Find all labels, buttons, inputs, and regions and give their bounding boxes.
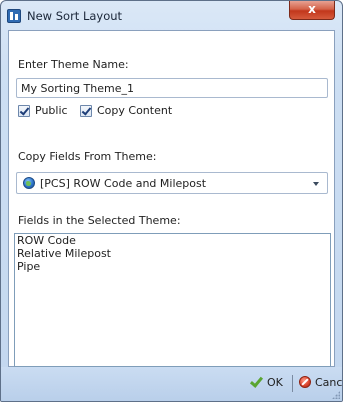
checkmark-icon	[250, 376, 262, 388]
close-button[interactable]: x	[289, 1, 335, 20]
ok-button[interactable]: OK	[250, 376, 286, 390]
cancel-button[interactable]: Cancel	[299, 376, 343, 390]
fields-listbox[interactable]: ROW Code Relative Milepost Pipe	[14, 233, 331, 367]
ok-button-label: OK	[267, 376, 283, 389]
theme-name-input[interactable]	[16, 78, 328, 98]
copy-content-checkbox-label[interactable]: Copy Content	[97, 104, 172, 117]
title-bar[interactable]: New Sort Layout x	[1, 1, 342, 31]
window-title: New Sort Layout	[27, 9, 123, 23]
list-item[interactable]: Pipe	[15, 260, 330, 273]
copy-fields-label: Copy Fields From Theme:	[18, 150, 157, 163]
fields-label: Fields in the Selected Theme:	[18, 214, 181, 227]
dialog-body: Enter Theme Name: Public Copy Content Co…	[8, 30, 335, 367]
public-checkbox-label[interactable]: Public	[35, 104, 68, 117]
copy-fields-selected-value: [PCS] ROW Code and Milepost	[40, 177, 207, 190]
copy-fields-dropdown[interactable]: [PCS] ROW Code and Milepost	[16, 172, 328, 194]
cancel-button-label: Cancel	[315, 376, 343, 389]
cancel-icon	[299, 376, 311, 388]
app-icon	[7, 9, 21, 23]
dialog-footer: OK Cancel	[1, 367, 342, 401]
copy-content-checkbox[interactable]	[80, 105, 92, 117]
globe-icon	[23, 177, 35, 189]
dialog-window: New Sort Layout x Enter Theme Name: Publ…	[0, 0, 343, 402]
theme-name-label: Enter Theme Name:	[18, 58, 129, 71]
public-checkbox[interactable]	[18, 105, 30, 117]
list-item[interactable]: Relative Milepost	[15, 247, 330, 260]
list-item[interactable]: ROW Code	[15, 234, 330, 247]
resize-grip[interactable]	[332, 391, 340, 399]
close-icon: x	[308, 2, 316, 16]
button-separator	[292, 375, 293, 392]
chevron-down-icon[interactable]	[313, 182, 319, 186]
